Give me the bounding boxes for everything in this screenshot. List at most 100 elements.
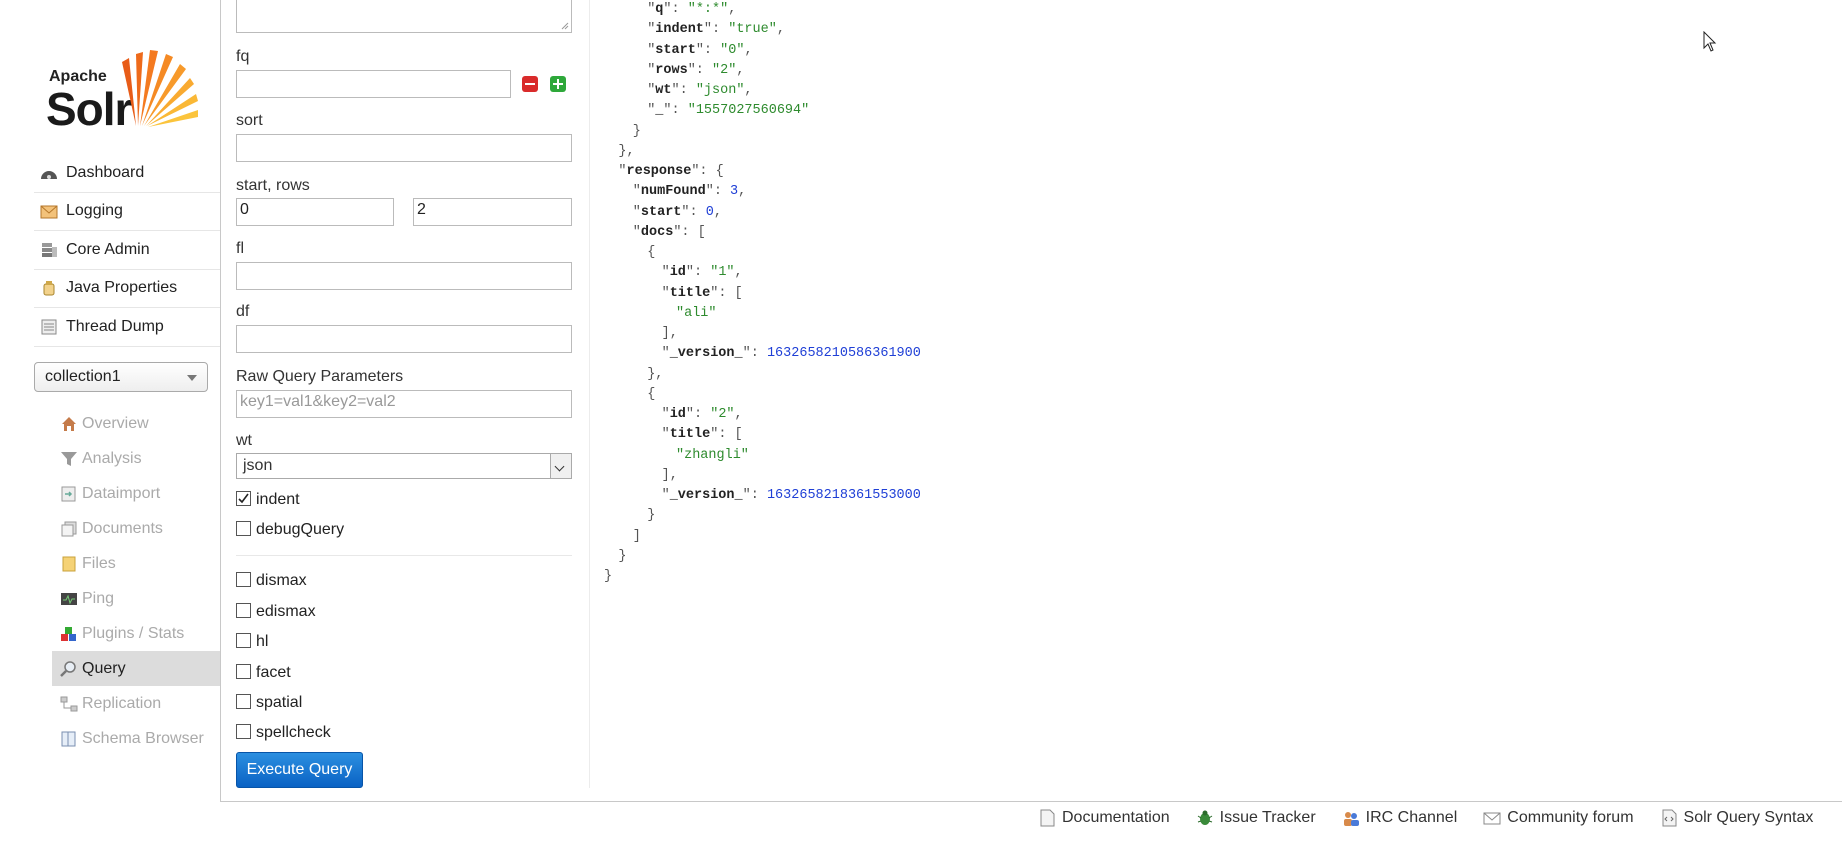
rows-input[interactable]: 2 bbox=[413, 198, 572, 226]
json-value: 1632658218361553000 bbox=[766, 488, 921, 503]
core-menu-analysis[interactable]: Analysis bbox=[52, 441, 220, 476]
core-menu-dataimport[interactable]: Dataimport bbox=[52, 476, 220, 511]
spellcheck-checkbox[interactable] bbox=[236, 724, 251, 739]
response-line: }, bbox=[618, 142, 634, 162]
json-key: title bbox=[669, 285, 711, 301]
json-punct: , bbox=[734, 265, 743, 281]
resize-handle-icon bbox=[561, 22, 569, 30]
core-menu-replication[interactable]: Replication bbox=[52, 686, 220, 721]
response-line: "wt": "json", bbox=[647, 83, 753, 98]
json-punct: }, bbox=[647, 366, 664, 382]
irc-icon bbox=[1342, 809, 1360, 827]
footer-issue-tracker-link[interactable]: Issue Tracker bbox=[1196, 809, 1316, 827]
sort-input[interactable] bbox=[236, 134, 572, 162]
nav-thread-dump-label: Thread Dump bbox=[66, 317, 164, 335]
q-textarea[interactable] bbox=[236, 0, 572, 33]
dismax-checkbox-label: dismax bbox=[256, 572, 307, 589]
response-line: "_version_": 1632658210586361900 bbox=[661, 346, 921, 362]
footer-community-forum-label: Community forum bbox=[1507, 809, 1634, 826]
content-frame-left-border bbox=[220, 0, 221, 802]
dataimport-icon bbox=[60, 486, 78, 502]
footer-solr-query-syntax-label: Solr Query Syntax bbox=[1683, 809, 1814, 826]
json-punct: { bbox=[647, 245, 656, 260]
edismax-checkbox[interactable] bbox=[236, 603, 251, 618]
json-punct: , bbox=[776, 22, 785, 38]
replication-icon bbox=[60, 696, 78, 712]
footer-irc-channel-link[interactable]: IRC Channel bbox=[1342, 809, 1458, 827]
remove-fq-button[interactable] bbox=[522, 76, 538, 92]
nav-dashboard[interactable]: Dashboard bbox=[34, 154, 220, 193]
hl-checkbox-label: hl bbox=[256, 633, 269, 650]
json-value: "*:*" bbox=[687, 2, 729, 17]
fl-input[interactable] bbox=[236, 262, 572, 290]
response-line: "_version_": 1632658218361553000 bbox=[661, 488, 921, 503]
core-menu-dataimport-label: Dataimport bbox=[82, 484, 161, 502]
response-line: "numFound": 3, bbox=[632, 184, 747, 200]
debugquery-checkbox[interactable] bbox=[236, 521, 251, 536]
footer-community-forum-link[interactable]: Community forum bbox=[1483, 809, 1634, 827]
nav-thread-dump[interactable]: Thread Dump bbox=[34, 308, 220, 347]
dashboard-icon bbox=[40, 165, 58, 181]
chevron-down-icon bbox=[550, 454, 571, 478]
response-line: "_": "1557027560694" bbox=[647, 103, 810, 119]
home-icon bbox=[60, 416, 78, 432]
add-fq-button[interactable] bbox=[550, 76, 566, 92]
footer-documentation-link[interactable]: Documentation bbox=[1038, 809, 1170, 827]
json-punct: , bbox=[744, 42, 753, 58]
hl-checkbox[interactable] bbox=[236, 633, 251, 648]
core-menu-query[interactable]: Query bbox=[52, 651, 220, 686]
json-punct: , bbox=[736, 62, 745, 78]
core-menu-schema-browser[interactable]: Schema Browser bbox=[52, 721, 220, 756]
dismax-checkbox[interactable] bbox=[236, 572, 251, 587]
core-menu-ping[interactable]: Ping bbox=[52, 581, 220, 616]
spatial-checkbox[interactable] bbox=[236, 694, 251, 709]
checkmark-icon bbox=[238, 493, 249, 504]
start-input[interactable]: 0 bbox=[236, 198, 394, 226]
raw-query-label: Raw Query Parameters bbox=[236, 368, 404, 385]
json-punct: } bbox=[647, 508, 656, 524]
indent-checkbox[interactable] bbox=[236, 491, 251, 506]
json-value: "0" bbox=[720, 42, 745, 58]
execute-query-button[interactable]: Execute Query bbox=[236, 752, 363, 788]
json-key: wt bbox=[655, 83, 672, 98]
json-punct: }, bbox=[618, 143, 635, 159]
json-value: "1" bbox=[710, 265, 735, 281]
core-selector[interactable]: collection1 bbox=[34, 362, 208, 392]
spatial-checkbox-label: spatial bbox=[256, 694, 303, 711]
json-value: [ bbox=[734, 427, 743, 443]
form-response-divider bbox=[589, 0, 590, 788]
nav-java-properties-label: Java Properties bbox=[66, 279, 178, 297]
footer-issue-tracker-label: Issue Tracker bbox=[1219, 809, 1316, 826]
syntax-icon bbox=[1660, 809, 1678, 827]
funnel-icon bbox=[60, 451, 78, 467]
core-menu-overview[interactable]: Overview bbox=[52, 406, 220, 441]
footer-irc-channel-label: IRC Channel bbox=[1365, 809, 1458, 826]
documentation-icon bbox=[1038, 809, 1056, 827]
core-menu-plugins-stats-label: Plugins / Stats bbox=[82, 624, 185, 642]
footer-solr-query-syntax-link[interactable]: Solr Query Syntax bbox=[1660, 809, 1814, 827]
response-line: } bbox=[647, 506, 655, 526]
wt-select[interactable]: json bbox=[236, 453, 572, 479]
nav-core-admin[interactable]: Core Admin bbox=[34, 231, 220, 270]
mail-icon bbox=[1483, 809, 1501, 827]
minus-icon bbox=[525, 83, 535, 85]
json-value: "true" bbox=[728, 22, 777, 38]
fq-input[interactable] bbox=[236, 70, 511, 98]
json-punct: ], bbox=[661, 467, 678, 483]
core-menu-documents[interactable]: Documents bbox=[52, 511, 220, 546]
json-key: title bbox=[669, 427, 711, 443]
df-input[interactable] bbox=[236, 325, 572, 353]
solr-logo[interactable]: Apache Solr bbox=[46, 48, 198, 135]
raw-query-input[interactable]: key1=val1&key2=val2 bbox=[236, 390, 572, 418]
main-nav: Dashboard Logging Core Admin Java Proper… bbox=[34, 154, 220, 347]
response-line: } bbox=[618, 547, 626, 567]
nav-java-properties[interactable]: Java Properties bbox=[34, 270, 220, 308]
facet-checkbox[interactable] bbox=[236, 664, 251, 679]
fl-label: fl bbox=[236, 240, 244, 257]
core-menu-files[interactable]: Files bbox=[52, 546, 220, 581]
core-menu-plugins-stats[interactable]: Plugins / Stats bbox=[52, 616, 220, 651]
ping-icon bbox=[60, 591, 78, 607]
nav-logging[interactable]: Logging bbox=[34, 193, 220, 231]
json-key: start bbox=[640, 204, 682, 220]
start-rows-label: start, rows bbox=[236, 177, 310, 194]
